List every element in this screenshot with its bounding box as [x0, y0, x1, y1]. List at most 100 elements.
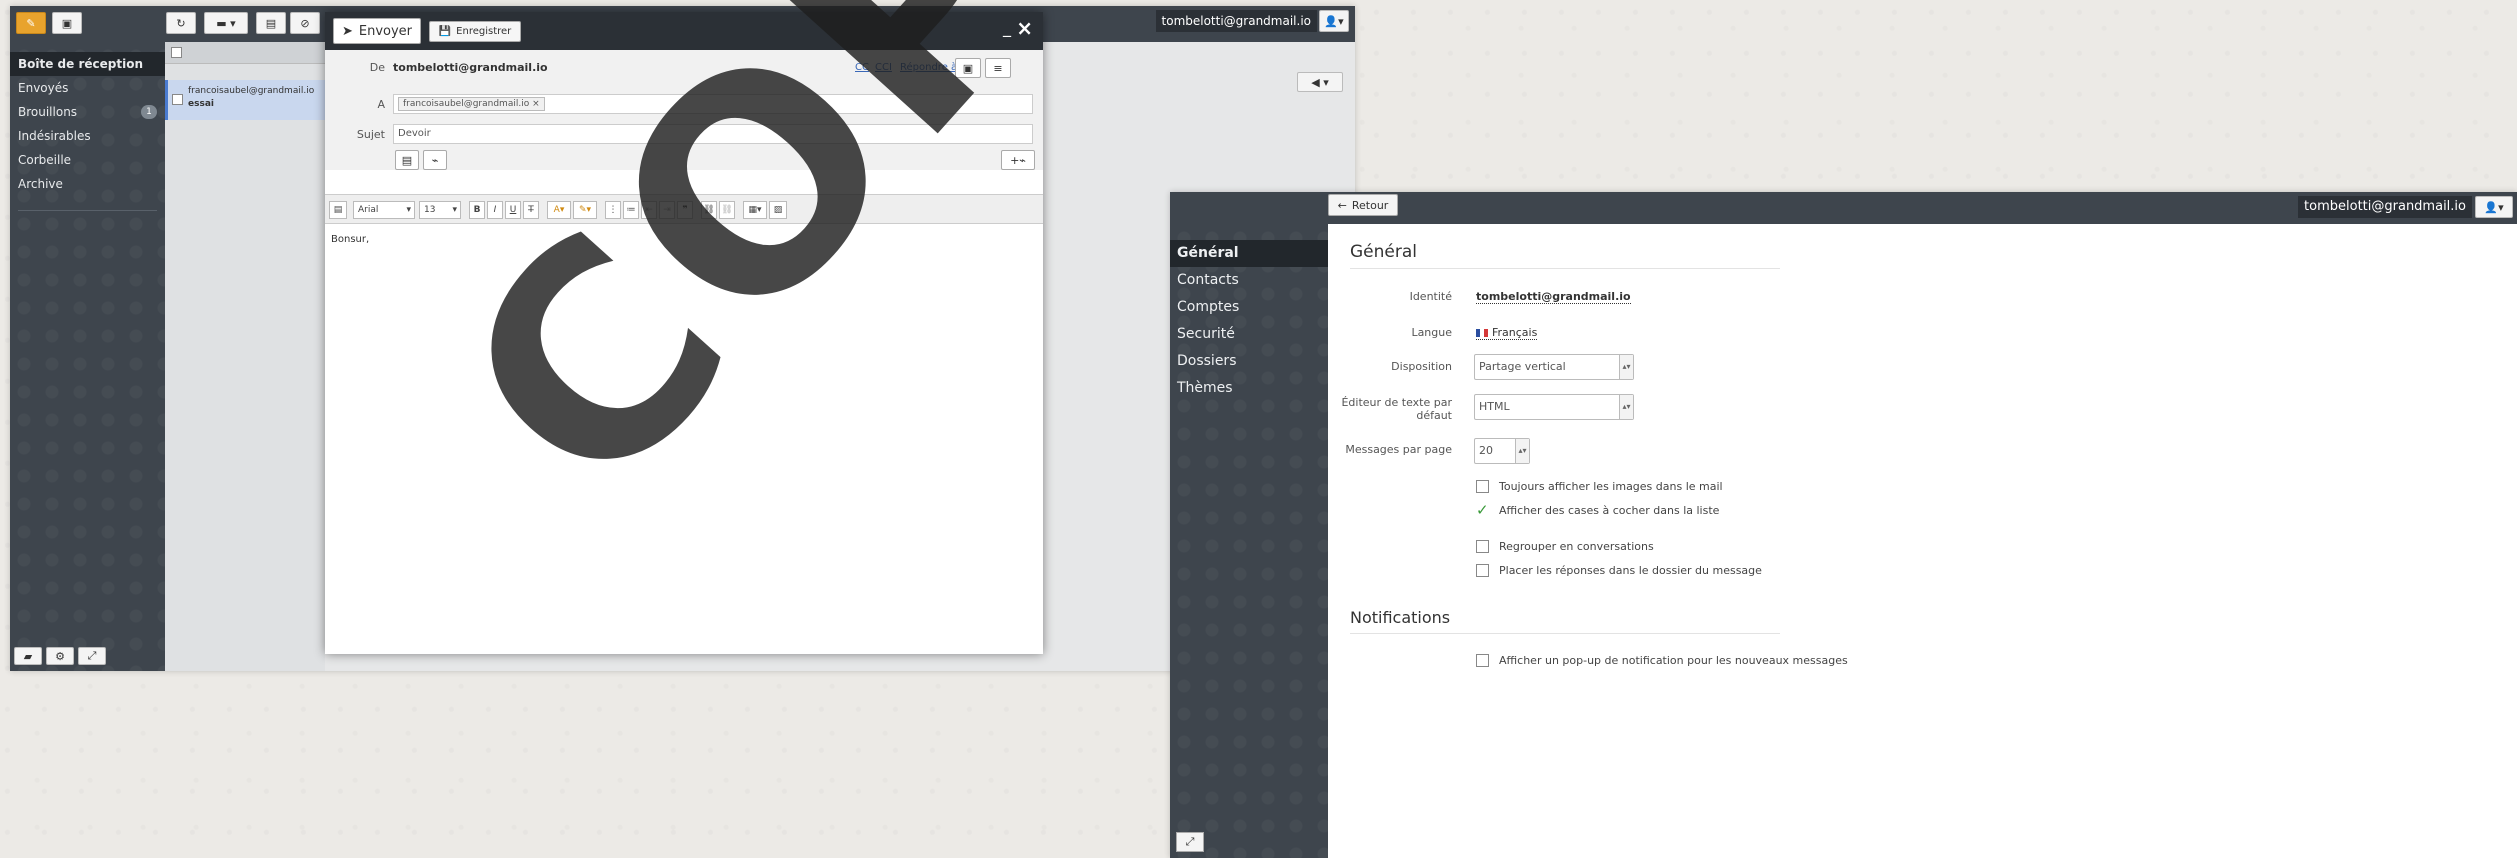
back-button[interactable]: ← Retour: [1328, 194, 1398, 216]
checkbox[interactable]: [1476, 654, 1489, 667]
archive-icon: ▤: [265, 16, 277, 30]
reply-to-link[interactable]: Répondre à: [900, 62, 957, 73]
link-button[interactable]: ⛓: [701, 201, 717, 219]
settings-user-menu[interactable]: 👤▾: [2475, 196, 2513, 218]
quote-button[interactable]: ❞: [677, 201, 693, 219]
html-mode-button[interactable]: ▤: [395, 150, 419, 170]
table-button[interactable]: ▦▾: [743, 201, 767, 219]
per-page-select[interactable]: 20 ▴▾: [1474, 438, 1530, 464]
folder-inbox[interactable]: Boîte de réception: [10, 52, 165, 76]
subject-label: Sujet: [356, 128, 385, 141]
table-icon: ▦▾: [748, 205, 762, 215]
nav-themes[interactable]: Thèmes: [1170, 375, 1328, 402]
add-attachment-button[interactable]: +⌁: [1001, 150, 1035, 170]
language-selector[interactable]: Français: [1476, 326, 1538, 340]
checkbox[interactable]: [1476, 480, 1489, 493]
document-icon: ▤: [401, 153, 413, 167]
per-page-label: Messages par page: [1345, 443, 1452, 456]
arrow-left-icon: ←: [1337, 198, 1347, 212]
refresh-button[interactable]: ↻: [166, 12, 196, 34]
highlight-button[interactable]: ✎▾: [573, 201, 597, 219]
reply-button[interactable]: ◀ ▾: [1297, 72, 1343, 92]
editor-select[interactable]: HTML ▴▾: [1474, 394, 1634, 420]
attach-button[interactable]: ⌁: [423, 150, 447, 170]
italic-button[interactable]: I: [487, 201, 503, 219]
contacts-picker-button[interactable]: ▣: [955, 58, 981, 78]
option-replies-folder[interactable]: Placer les réponses dans le dossier du m…: [1476, 564, 1762, 577]
expand-button[interactable]: ⤢: [1176, 832, 1204, 852]
mail-screenshot: ✎ ▣ ↻ ▬ ▾ ▤ ⊘ tombelotti@grandmail.io 👤▾…: [10, 6, 1355, 671]
option-show-checkboxes[interactable]: ✓ Afficher des cases à cocher dans la lis…: [1476, 503, 1719, 518]
settings-button[interactable]: ⚙: [46, 647, 74, 665]
language-value: Français: [1492, 326, 1538, 339]
save-draft-button[interactable]: 💾 Enregistrer: [429, 21, 521, 42]
folder-sent[interactable]: Envoyés: [10, 76, 165, 100]
message-row[interactable]: francoisaubel@grandmail.io essai: [165, 80, 325, 120]
back-label: Retour: [1351, 198, 1389, 212]
font-size-select[interactable]: 13 ▾: [419, 201, 461, 219]
contacts-button[interactable]: ▣: [52, 12, 82, 34]
image-button[interactable]: ▨: [769, 201, 787, 219]
floppy-icon: 💾: [438, 26, 452, 37]
settings-user-email[interactable]: tombelotti@grandmail.io: [2298, 196, 2472, 218]
clear-format-button[interactable]: T̶: [523, 201, 539, 219]
cc-link[interactable]: CC: [855, 62, 869, 73]
indent-button[interactable]: ⇥: [659, 201, 675, 219]
text-color-button[interactable]: A▾: [547, 201, 571, 219]
folder-archive[interactable]: Archive: [10, 172, 165, 196]
per-page-value: 20: [1479, 444, 1493, 457]
checkmark-icon[interactable]: ✓: [1476, 503, 1489, 518]
layout-select[interactable]: Partage vertical ▴▾: [1474, 354, 1634, 380]
source-button[interactable]: ▤: [329, 201, 347, 219]
mail-user-email[interactable]: tombelotti@grandmail.io: [1155, 10, 1317, 32]
spam-button[interactable]: ⊘: [290, 12, 320, 34]
message-checkbox[interactable]: [172, 94, 183, 105]
compose-button[interactable]: ✎: [16, 12, 46, 34]
nav-folders[interactable]: Dossiers: [1170, 348, 1328, 375]
outdent-button[interactable]: ⇤: [641, 201, 657, 219]
expand-button[interactable]: ⤢: [78, 647, 106, 665]
bullet-list-button[interactable]: ≔: [623, 201, 639, 219]
italic-icon: I: [493, 205, 497, 215]
nav-contacts[interactable]: Contacts: [1170, 267, 1328, 294]
options-menu-button[interactable]: ≡: [985, 58, 1011, 78]
from-value[interactable]: tombelotti@grandmail.io: [393, 61, 548, 74]
language-label: Langue: [1411, 326, 1452, 339]
cci-link[interactable]: CCI: [875, 62, 892, 73]
option-threads[interactable]: Regrouper en conversations: [1476, 540, 1654, 553]
compose-fields: De tombelotti@grandmail.io CC CCI Répond…: [325, 50, 1043, 170]
identity-value[interactable]: tombelotti@grandmail.io: [1476, 290, 1631, 304]
move-button[interactable]: ▬ ▾: [204, 12, 248, 34]
option-show-images[interactable]: Toujours afficher les images dans le mai…: [1476, 480, 1723, 493]
subject-field[interactable]: Devoir: [393, 124, 1033, 144]
ordered-list-button[interactable]: ⋮: [605, 201, 621, 219]
minimize-icon[interactable]: _: [1003, 18, 1011, 37]
folder-trash[interactable]: Corbeille: [10, 148, 165, 172]
to-field[interactable]: francoisaubel@grandmail.io ×: [393, 94, 1033, 114]
recipient-token[interactable]: francoisaubel@grandmail.io ×: [398, 97, 545, 111]
nav-accounts[interactable]: Comptes: [1170, 294, 1328, 321]
checkbox[interactable]: [1476, 564, 1489, 577]
bold-button[interactable]: B: [469, 201, 485, 219]
unlink-button[interactable]: ⛓: [719, 201, 735, 219]
underline-button[interactable]: U: [505, 201, 521, 219]
layout-label: Disposition: [1391, 360, 1452, 373]
nav-security[interactable]: Securité: [1170, 321, 1328, 348]
caret-icon: ▴▾: [1619, 355, 1633, 379]
notifications-section-title: Notifications: [1350, 608, 1780, 634]
archive-button[interactable]: ▤: [256, 12, 286, 34]
option-label: Regrouper en conversations: [1499, 540, 1654, 553]
close-icon[interactable]: ×: [1016, 16, 1033, 40]
remove-recipient-icon[interactable]: ×: [532, 99, 540, 109]
nav-general[interactable]: Général: [1170, 240, 1328, 267]
select-all-checkbox[interactable]: [171, 47, 182, 58]
message-editor[interactable]: Bonsur,: [325, 224, 1043, 654]
folder-drafts[interactable]: Brouillons 1: [10, 100, 165, 124]
font-family-select[interactable]: Arial ▾: [353, 201, 415, 219]
mail-user-menu[interactable]: 👤▾: [1319, 10, 1349, 32]
accounts-button[interactable]: ▰: [14, 647, 42, 665]
send-button[interactable]: ➤ Envoyer: [333, 18, 421, 44]
checkbox[interactable]: [1476, 540, 1489, 553]
option-notification-popup[interactable]: Afficher un pop-up de notification pour …: [1476, 654, 1848, 667]
folder-spam[interactable]: Indésirables: [10, 124, 165, 148]
